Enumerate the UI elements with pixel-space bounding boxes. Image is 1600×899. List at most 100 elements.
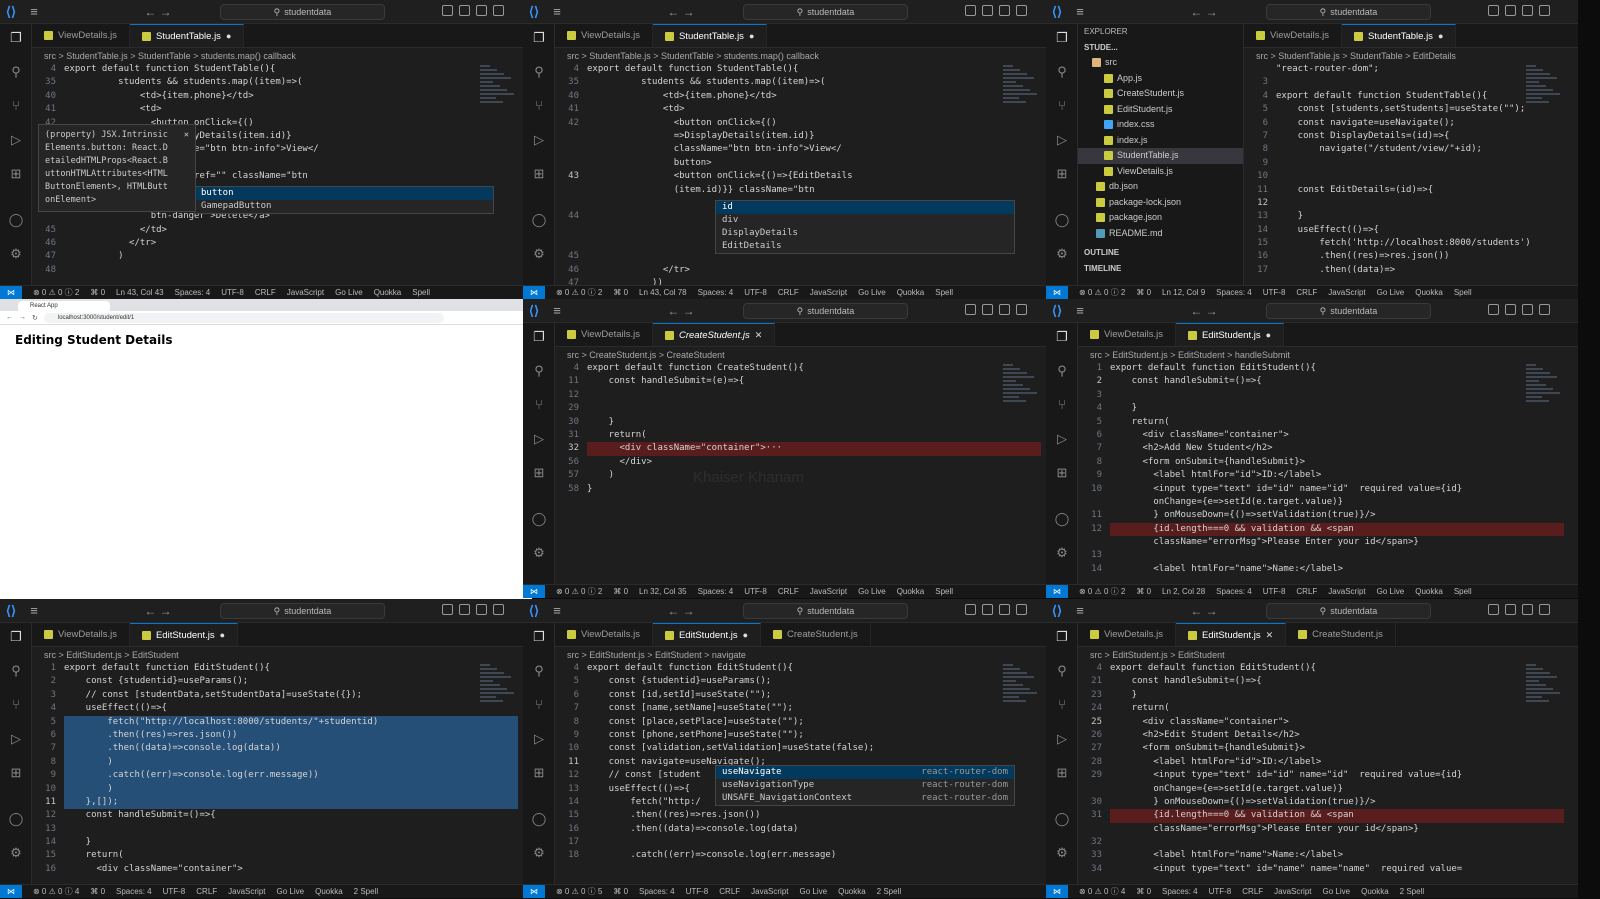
- file-item[interactable]: index.css: [1078, 117, 1243, 133]
- file-item[interactable]: StudentTable.js: [1078, 148, 1243, 164]
- status-ports[interactable]: ⌘ 0: [613, 587, 628, 596]
- status-ports[interactable]: ⌘ 0: [90, 887, 105, 896]
- file-item[interactable]: App.js: [1078, 71, 1243, 87]
- command-center-search[interactable]: ⚲ studentdata: [743, 303, 908, 319]
- extensions-icon[interactable]: ⊞: [531, 465, 547, 481]
- explorer-icon[interactable]: ❐: [531, 30, 547, 46]
- editor-tab[interactable]: StudentTable.js ●: [129, 24, 245, 47]
- status-ports[interactable]: ⌘ 0: [613, 887, 628, 896]
- source-control-icon[interactable]: ⑂: [8, 98, 24, 114]
- search-icon[interactable]: ⚲: [531, 363, 547, 379]
- menu-icon[interactable]: ≡: [545, 303, 569, 318]
- layout-toggle-icon[interactable]: [1488, 5, 1499, 16]
- layout-toggle-icon[interactable]: [999, 304, 1010, 315]
- close-icon[interactable]: ✕: [184, 129, 189, 142]
- extensions-icon[interactable]: ⊞: [1054, 166, 1070, 182]
- autocomplete-suggestions[interactable]: useNavigate react-router-dom useNavigation…: [715, 765, 1015, 806]
- breadcrumb[interactable]: src > EditStudent.js > EditStudent: [1078, 648, 1578, 662]
- account-icon[interactable]: ◯: [8, 212, 24, 228]
- status-eol[interactable]: CRLF: [778, 288, 799, 297]
- status-spell[interactable]: Spell: [1454, 288, 1472, 297]
- menu-icon[interactable]: ≡: [1068, 303, 1092, 318]
- status-enc[interactable]: UTF-8: [163, 887, 186, 896]
- breadcrumb[interactable]: src > EditStudent.js > EditStudent > han…: [1078, 348, 1578, 362]
- status-enc[interactable]: UTF-8: [1263, 587, 1286, 596]
- editor-tab[interactable]: StudentTable.js ●: [1341, 24, 1457, 47]
- status-eol[interactable]: CRLF: [255, 288, 276, 297]
- status-ports[interactable]: ⌘ 0: [613, 288, 628, 297]
- status-live[interactable]: Go Live: [1377, 288, 1405, 297]
- account-icon[interactable]: ◯: [531, 511, 547, 527]
- explorer-icon[interactable]: ❐: [531, 629, 547, 645]
- editor-tab[interactable]: ViewDetails.js: [1244, 24, 1342, 47]
- status-errors[interactable]: ⊗ 0 ⚠ 0 ⓘ 2: [1079, 287, 1125, 298]
- status-quokka[interactable]: Quokka: [1361, 887, 1389, 896]
- address-bar[interactable]: localhost:3000/student/edit/1: [43, 312, 444, 323]
- status-pos[interactable]: Ln 43, Col 78: [639, 288, 687, 297]
- status-enc[interactable]: UTF-8: [221, 288, 244, 297]
- extensions-icon[interactable]: ⊞: [8, 765, 24, 781]
- breadcrumb[interactable]: src > StudentTable.js > StudentTable > s…: [32, 49, 532, 63]
- status-spell[interactable]: 2 Spell: [354, 887, 378, 896]
- editor-tab[interactable]: ViewDetails.js: [555, 323, 653, 346]
- layout-toggle-icon[interactable]: [1488, 604, 1499, 615]
- explorer-icon[interactable]: ❐: [8, 30, 24, 46]
- remote-icon[interactable]: ⋈: [523, 285, 545, 299]
- layout-toggle-icon[interactable]: [459, 604, 470, 615]
- reload-icon[interactable]: ↻: [32, 314, 38, 322]
- search-icon[interactable]: ⚲: [1054, 663, 1070, 679]
- status-pos[interactable]: Ln 2, Col 28: [1162, 587, 1205, 596]
- status-live[interactable]: Go Live: [1323, 887, 1351, 896]
- layout-toggle-icon[interactable]: [1505, 304, 1516, 315]
- status-enc[interactable]: UTF-8: [744, 288, 767, 297]
- layout-toggle-icon[interactable]: [442, 5, 453, 16]
- extensions-icon[interactable]: ⊞: [531, 166, 547, 182]
- editor-tab[interactable]: ViewDetails.js: [1078, 323, 1176, 346]
- file-item[interactable]: index.js: [1078, 133, 1243, 149]
- status-eol[interactable]: CRLF: [1296, 288, 1317, 297]
- command-center-search[interactable]: ⚲ studentdata: [743, 4, 908, 20]
- editor-tab[interactable]: EditStudent.js ✕: [1175, 623, 1287, 646]
- autocomplete-suggestions[interactable]: id div DisplayDetails EditDetails: [715, 200, 1015, 254]
- status-enc[interactable]: UTF-8: [686, 887, 709, 896]
- breadcrumb[interactable]: src > StudentTable.js > StudentTable > E…: [1244, 49, 1578, 63]
- file-item[interactable]: EditStudent.js: [1078, 102, 1243, 118]
- status-lang[interactable]: JavaScript: [1328, 587, 1365, 596]
- layout-toggle-icon[interactable]: [1522, 304, 1533, 315]
- source-control-icon[interactable]: ⑂: [8, 697, 24, 713]
- file-item[interactable]: README.md: [1078, 226, 1243, 242]
- menu-icon[interactable]: ≡: [22, 603, 46, 618]
- status-errors[interactable]: ⊗ 0 ⚠ 0 ⓘ 4: [33, 886, 79, 897]
- settings-icon[interactable]: ⚙: [531, 845, 547, 861]
- suggestion-item[interactable]: UNSAFE_NavigationContext react-router-dom: [716, 792, 1014, 805]
- explorer-root[interactable]: STUDE...: [1078, 40, 1243, 56]
- extensions-icon[interactable]: ⊞: [8, 166, 24, 182]
- status-errors[interactable]: ⊗ 0 ⚠ 0 ⓘ 5: [556, 886, 602, 897]
- status-ports[interactable]: ⌘ 0: [1136, 288, 1151, 297]
- status-errors[interactable]: ⊗ 0 ⚠ 0 ⓘ 2: [1079, 586, 1125, 597]
- source-control-icon[interactable]: ⑂: [1054, 397, 1070, 413]
- breadcrumb[interactable]: src > StudentTable.js > StudentTable > s…: [555, 49, 1055, 63]
- editor-tab[interactable]: CreateStudent.js: [761, 623, 871, 646]
- status-spaces[interactable]: Spaces: 4: [1216, 587, 1252, 596]
- status-spell[interactable]: Spell: [935, 587, 953, 596]
- minimap[interactable]: [1526, 662, 1564, 722]
- status-eol[interactable]: CRLF: [1242, 887, 1263, 896]
- file-item[interactable]: package-lock.json: [1078, 195, 1243, 211]
- status-pos[interactable]: Ln 12, Col 9: [1162, 288, 1205, 297]
- menu-icon[interactable]: ≡: [1068, 4, 1092, 19]
- layout-toggle-icon[interactable]: [442, 604, 453, 615]
- status-live[interactable]: Go Live: [335, 288, 363, 297]
- close-icon[interactable]: ✕: [755, 330, 763, 341]
- browser-tab[interactable]: React App: [18, 301, 110, 311]
- settings-icon[interactable]: ⚙: [531, 246, 547, 262]
- editor-tab[interactable]: ViewDetails.js: [555, 24, 653, 47]
- status-quokka[interactable]: Quokka: [838, 887, 866, 896]
- status-spell[interactable]: Spell: [412, 288, 430, 297]
- status-spell[interactable]: 2 Spell: [1400, 887, 1424, 896]
- status-errors[interactable]: ⊗ 0 ⚠ 0 ⓘ 2: [33, 287, 79, 298]
- run-debug-icon[interactable]: ▷: [531, 431, 547, 447]
- command-center-search[interactable]: ⚲ studentdata: [1266, 303, 1431, 319]
- back-icon[interactable]: ←: [6, 314, 13, 321]
- editor-tab[interactable]: EditStudent.js ●: [129, 623, 239, 646]
